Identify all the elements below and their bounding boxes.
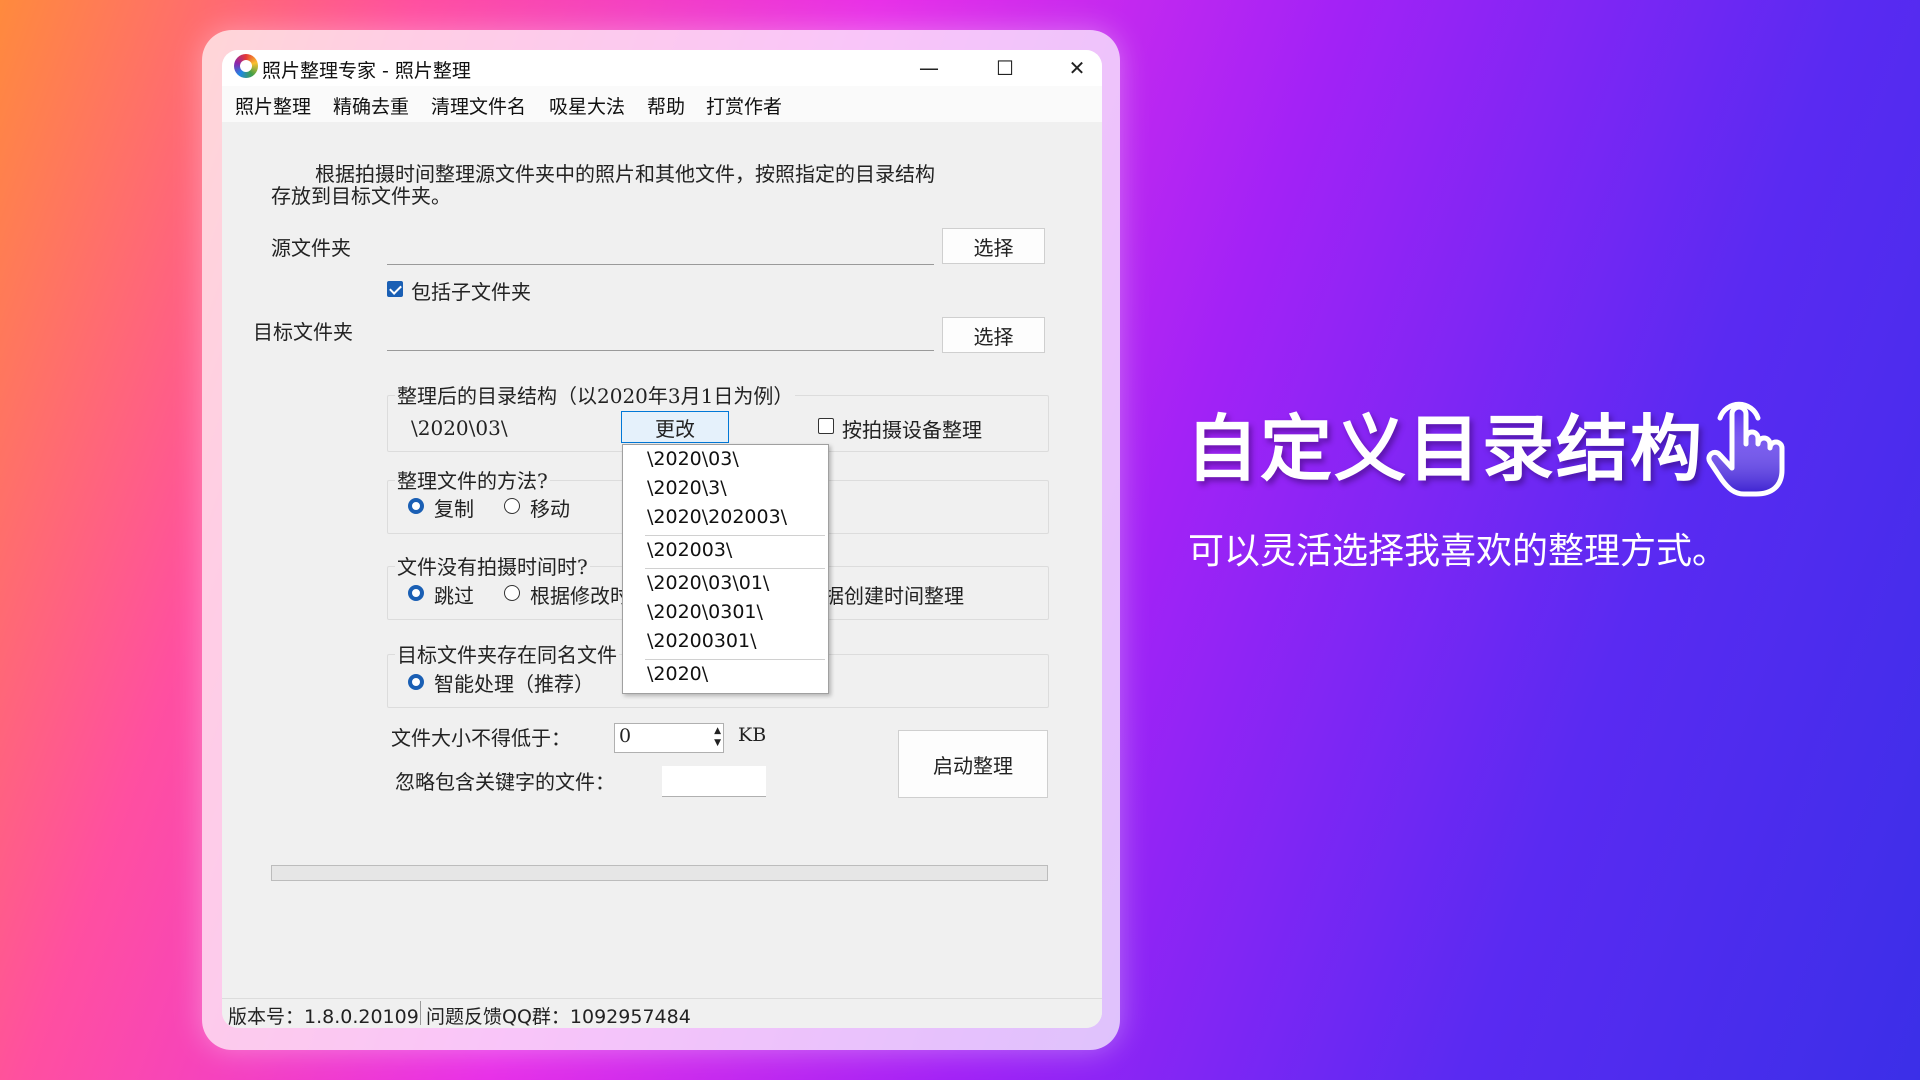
- conflict-title: 目标文件夹存在同名文件: [395, 639, 619, 668]
- start-button[interactable]: 启动整理: [898, 730, 1048, 798]
- dropdown-option[interactable]: \2020\0301\: [647, 601, 763, 623]
- dropdown-option[interactable]: \2020\3\: [647, 477, 727, 499]
- close-button[interactable]: ✕: [1042, 50, 1102, 86]
- maximize-button[interactable]: ☐: [970, 50, 1040, 86]
- dropdown-option[interactable]: \2020\03\01\: [647, 572, 769, 594]
- method-copy-label: 复制: [434, 497, 474, 521]
- include-subfolders-label: 包括子文件夹: [411, 280, 531, 304]
- dropdown-option[interactable]: \2020\03\: [647, 448, 739, 470]
- by-device-label: 按拍摄设备整理: [842, 418, 982, 442]
- min-size-value: 0: [619, 725, 632, 747]
- no-time-modified-radio[interactable]: [504, 585, 520, 601]
- conflict-smart-radio[interactable]: [408, 674, 424, 690]
- version-text: 版本号：1.8.0.20109: [228, 1006, 419, 1028]
- menu-dedupe[interactable]: 精确去重: [333, 92, 409, 119]
- status-divider: [420, 1001, 421, 1025]
- feedback-text: 问题反馈QQ群：1092957484: [426, 1006, 691, 1028]
- dropdown-separator: [645, 568, 825, 569]
- min-size-stepper[interactable]: ▲ ▼: [714, 725, 721, 749]
- target-folder-label: 目标文件夹: [253, 320, 353, 344]
- menu-clean-filenames[interactable]: 清理文件名: [431, 92, 526, 119]
- no-time-title: 文件没有拍摄时间时?: [395, 551, 590, 580]
- app-logo-icon: [234, 54, 258, 78]
- source-folder-field[interactable]: [387, 230, 934, 265]
- by-device-checkbox[interactable]: [818, 418, 834, 434]
- method-copy-radio[interactable]: [408, 498, 424, 514]
- structure-title: 整理后的目录结构（以2020年3月1日为例）: [395, 380, 796, 409]
- menu-absorb[interactable]: 吸星大法: [549, 92, 625, 119]
- dropdown-option[interactable]: \2020\: [647, 663, 708, 685]
- promo-title: 自定义目录结构: [1186, 407, 1705, 491]
- window-title: 照片整理专家 - 照片整理: [262, 60, 471, 82]
- conflict-smart-label: 智能处理（推荐）: [434, 672, 594, 696]
- change-structure-button[interactable]: 更改: [621, 411, 729, 443]
- no-time-skip-radio[interactable]: [408, 585, 424, 601]
- method-move-label: 移动: [530, 497, 570, 521]
- min-size-unit: KB: [738, 724, 767, 746]
- min-size-input-box[interactable]: 0 ▲ ▼: [614, 723, 724, 753]
- menu-donate[interactable]: 打赏作者: [706, 92, 782, 119]
- no-time-skip-label: 跳过: [434, 584, 474, 608]
- menu-help[interactable]: 帮助: [647, 92, 685, 119]
- ignore-keyword-label: 忽略包含关键字的文件：: [395, 770, 615, 794]
- dropdown-option[interactable]: \2020\202003\: [647, 506, 787, 528]
- include-subfolders-checkbox[interactable]: [387, 281, 403, 297]
- ignore-keyword-input[interactable]: [662, 766, 766, 797]
- method-move-radio[interactable]: [504, 498, 520, 514]
- menu-photo-organize[interactable]: 照片整理: [235, 92, 311, 119]
- pointer-hand-icon: [1706, 401, 1785, 497]
- dropdown-separator: [645, 659, 825, 660]
- target-folder-field[interactable]: [387, 316, 934, 351]
- dropdown-option[interactable]: \202003\: [647, 539, 732, 561]
- menu-bar: 照片整理 精确去重 清理文件名 吸星大法 帮助 打赏作者: [222, 86, 1102, 122]
- structure-dropdown-menu: \2020\03\ \2020\3\ \2020\202003\ \202003…: [622, 444, 829, 694]
- promo-subtitle: 可以灵活选择我喜欢的整理方式。: [1188, 531, 1729, 572]
- app-window: 照片整理专家 - 照片整理 — ☐ ✕ 照片整理 精确去重 清理文件名 吸星大法…: [222, 50, 1102, 1028]
- no-time-created-label: 据创建时间整理: [824, 584, 964, 608]
- source-select-button[interactable]: 选择: [942, 228, 1045, 264]
- minimize-button[interactable]: —: [894, 50, 964, 86]
- progress-bar: [271, 865, 1048, 881]
- title-bar[interactable]: 照片整理专家 - 照片整理 — ☐ ✕: [222, 50, 1102, 86]
- dropdown-option[interactable]: \20200301\: [647, 630, 757, 652]
- source-folder-label: 源文件夹: [271, 236, 351, 260]
- method-title: 整理文件的方法?: [395, 465, 550, 494]
- min-size-label: 文件大小不得低于：: [391, 726, 571, 750]
- dropdown-separator: [645, 535, 825, 536]
- no-time-modified-label: 根据修改时: [530, 584, 630, 608]
- description-line2: 存放到目标文件夹。: [271, 184, 451, 208]
- status-bar: 版本号：1.8.0.20109 问题反馈QQ群：1092957484: [222, 998, 1102, 1028]
- structure-current-value: \2020\03\: [411, 416, 508, 440]
- target-select-button[interactable]: 选择: [942, 317, 1045, 353]
